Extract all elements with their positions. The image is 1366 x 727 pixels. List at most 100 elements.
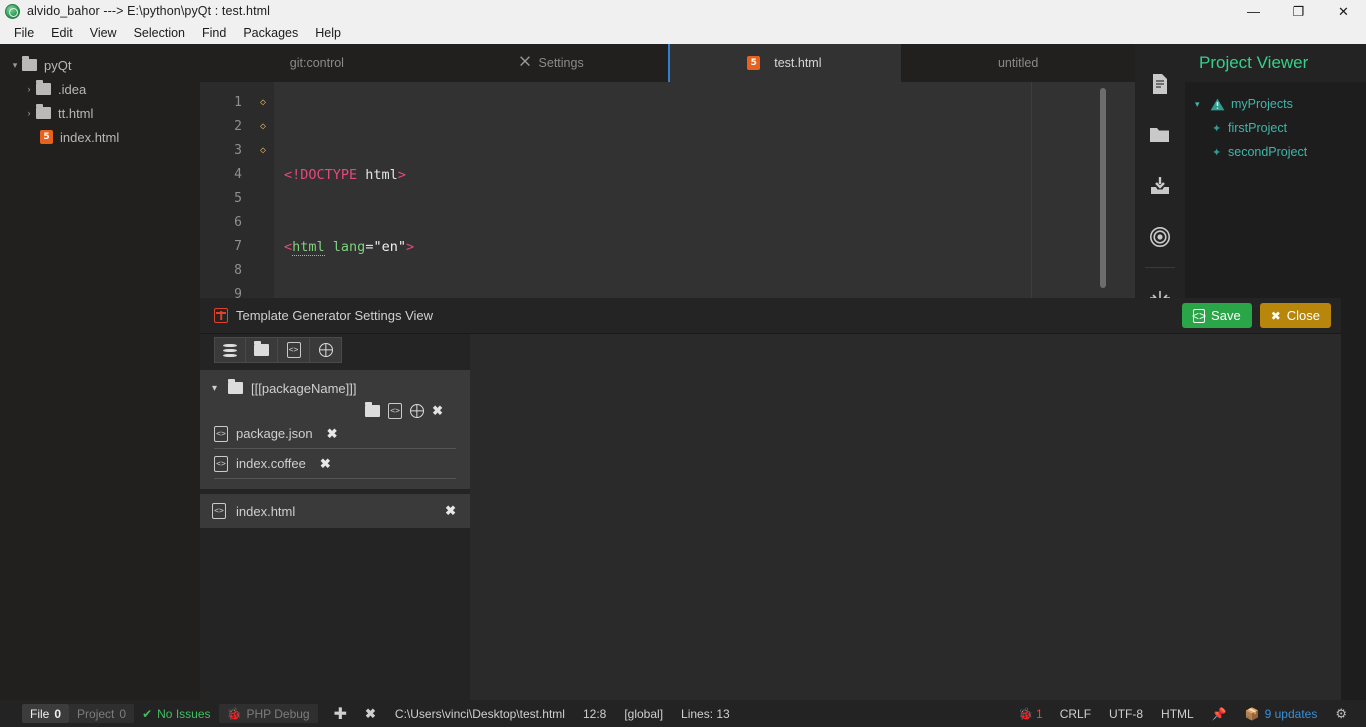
download-inbox-icon[interactable] xyxy=(1135,161,1185,212)
template-item-index-html[interactable]: <> index.html ✖ xyxy=(200,494,470,528)
tab-label: git:control xyxy=(289,56,344,70)
close-window-button[interactable]: ✕ xyxy=(1321,0,1366,22)
status-scope[interactable]: [global] xyxy=(615,707,672,721)
menu-view[interactable]: View xyxy=(82,24,125,42)
status-updates[interactable]: 📦 9 updates xyxy=(1236,707,1327,721)
menu-help[interactable]: Help xyxy=(307,24,349,42)
template-toolbar: <> xyxy=(200,334,470,366)
maximize-button[interactable]: ❐ xyxy=(1276,0,1321,22)
status-cursor-position[interactable]: 12:8 xyxy=(574,707,615,721)
menu-file[interactable]: File xyxy=(6,24,42,42)
tab-git-control[interactable]: git:control xyxy=(200,44,434,82)
warning-icon xyxy=(1210,98,1225,111)
status-line-ending[interactable]: CRLF xyxy=(1051,707,1100,721)
chevron-down-icon[interactable]: ▾ xyxy=(212,383,228,394)
tree-item-index-html[interactable]: 5 index.html xyxy=(0,125,200,149)
menu-selection[interactable]: Selection xyxy=(126,24,193,42)
status-php-debug-label: PHP Debug xyxy=(246,706,310,721)
pin-icon[interactable]: 📌 xyxy=(1203,707,1236,721)
fold-marker[interactable]: ◇ xyxy=(252,91,274,115)
folder-icon xyxy=(254,341,269,356)
project-viewer-title: Project Viewer xyxy=(1185,44,1366,82)
template-tree-pane: <> ▾ [[[packageName]]] <> ✖ <> package.j… xyxy=(200,334,470,700)
database-icon[interactable] xyxy=(343,404,357,419)
tree-item-idea[interactable]: › .idea xyxy=(0,77,200,101)
chevron-right-icon[interactable]: › xyxy=(22,108,36,118)
folder-icon xyxy=(36,104,51,119)
close-icon[interactable]: ✖ xyxy=(432,403,443,419)
file-code-icon: <> xyxy=(214,425,228,442)
minimize-button[interactable]: — xyxy=(1231,0,1276,22)
add-web-button[interactable] xyxy=(310,337,342,363)
template-item-label: index.coffee xyxy=(236,456,306,471)
tree-item-label: .idea xyxy=(58,81,87,97)
star-icon: ✦ xyxy=(1212,122,1222,135)
window-controls: — ❐ ✕ xyxy=(1231,0,1366,22)
close-button-label: Close xyxy=(1286,308,1320,323)
folder-icon[interactable] xyxy=(365,402,381,417)
status-project-count[interactable]: Project 0 xyxy=(69,704,135,723)
chevron-right-icon[interactable]: › xyxy=(22,84,36,94)
file-tree-panel: ▾ pyQt › .idea › tt.html 5 index.html xyxy=(0,44,200,700)
project-node-myprojects[interactable]: ▾ myProjects xyxy=(1185,92,1366,116)
cube-icon xyxy=(214,308,228,323)
status-encoding[interactable]: UTF-8 xyxy=(1100,707,1152,721)
tree-item-pyqt[interactable]: ▾ pyQt xyxy=(0,53,200,77)
bug-red-icon[interactable]: 🐞 xyxy=(1009,707,1036,721)
file-code-icon[interactable]: <> xyxy=(388,403,403,419)
add-database-button[interactable] xyxy=(214,337,246,363)
remove-item-icon[interactable]: ✖ xyxy=(320,456,331,472)
target-icon[interactable] xyxy=(1135,212,1185,263)
status-issues[interactable]: ✔ No Issues xyxy=(134,704,218,723)
gear-icon[interactable]: ⚙ xyxy=(1326,706,1356,722)
chevron-down-icon[interactable]: ▾ xyxy=(8,60,22,71)
workspace: ▾ pyQt › .idea › tt.html 5 index.html gi… xyxy=(0,44,1366,700)
template-item-index-coffee[interactable]: <> index.coffee ✖ xyxy=(214,449,456,479)
check-icon: ✔ xyxy=(142,706,153,721)
project-node-firstproject[interactable]: ✦ firstProject xyxy=(1185,116,1366,140)
bug-icon: 🐞 xyxy=(226,706,242,721)
settings-panel-title: Template Generator Settings View xyxy=(236,308,434,323)
project-node-label: myProjects xyxy=(1231,97,1293,111)
globe-icon[interactable] xyxy=(410,404,425,418)
status-file-label: File xyxy=(30,706,50,721)
template-item-package-json[interactable]: <> package.json ✖ xyxy=(214,419,456,449)
add-file-button[interactable]: <> xyxy=(278,337,310,363)
editor-vertical-scrollbar[interactable] xyxy=(1100,88,1106,288)
tree-item-tt-html[interactable]: › tt.html xyxy=(0,101,200,125)
tab-label: test.html xyxy=(774,56,822,70)
folder-icon[interactable] xyxy=(1135,109,1185,160)
wrench-icon xyxy=(518,55,532,72)
project-node-secondproject[interactable]: ✦ secondProject xyxy=(1185,140,1366,164)
status-php-debug[interactable]: 🐞 PHP Debug xyxy=(218,704,318,723)
menu-edit[interactable]: Edit xyxy=(43,24,81,42)
menu-find[interactable]: Find xyxy=(194,24,234,42)
menu-packages[interactable]: Packages xyxy=(235,24,306,42)
tree-item-label: tt.html xyxy=(58,105,94,121)
file-code-icon: <> xyxy=(214,455,228,472)
document-icon[interactable] xyxy=(1135,58,1185,109)
fold-marker[interactable]: ◇ xyxy=(252,139,274,163)
close-settings-button[interactable]: ✖ Close xyxy=(1259,303,1331,328)
template-group-header[interactable]: ▾ [[[packageName]]] xyxy=(200,376,470,400)
save-button[interactable]: <> Save xyxy=(1182,303,1252,328)
status-file-path[interactable]: C:\Users\vinci\Desktop\test.html xyxy=(385,707,574,721)
remove-item-icon[interactable]: ✖ xyxy=(445,503,456,519)
chevron-down-icon[interactable]: ▾ xyxy=(1195,99,1210,110)
add-folder-button[interactable] xyxy=(246,337,278,363)
tab-settings[interactable]: Settings xyxy=(434,44,668,82)
status-file-count[interactable]: File 0 xyxy=(22,704,70,723)
status-issues-label: No Issues xyxy=(157,706,211,721)
tab-untitled[interactable]: untitled xyxy=(901,44,1135,82)
html5-icon: 5 xyxy=(747,56,761,70)
close-icon[interactable]: ✖ xyxy=(356,706,385,722)
plus-icon[interactable]: ✚ xyxy=(318,704,356,724)
template-generator-settings-view: Template Generator Settings View <> Save… xyxy=(200,298,1341,700)
remove-item-icon[interactable]: ✖ xyxy=(327,426,338,442)
status-warning-count[interactable]: 1 xyxy=(1036,707,1051,721)
fold-marker[interactable]: ◇ xyxy=(252,115,274,139)
html5-icon: 5 xyxy=(40,130,53,144)
status-grammar[interactable]: HTML xyxy=(1152,707,1203,721)
tab-test-html[interactable]: 5 test.html xyxy=(667,44,902,82)
line-number: 4 xyxy=(234,167,242,182)
